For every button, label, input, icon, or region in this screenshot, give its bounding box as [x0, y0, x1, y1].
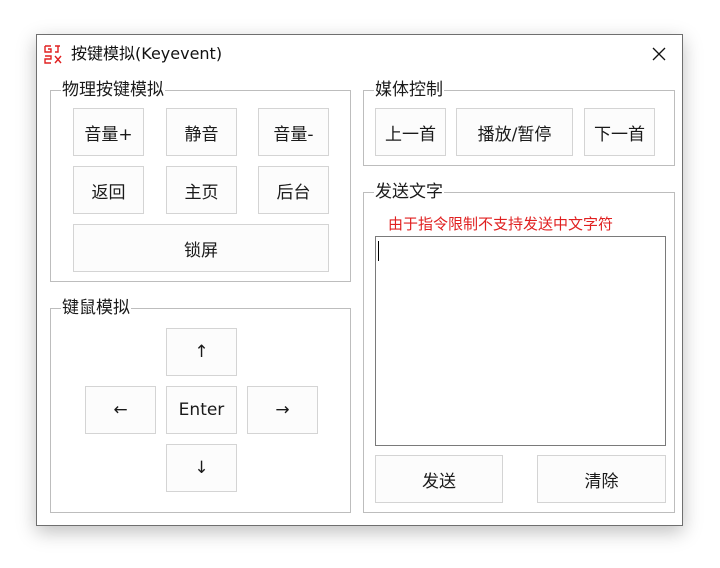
text-caret	[378, 241, 379, 261]
physical-keys-title: 物理按键模拟	[61, 80, 165, 100]
recents-button[interactable]: 后台	[258, 166, 329, 214]
send-button[interactable]: 发送	[375, 455, 503, 503]
chinese-warning-text: 由于指令限制不支持发送中文字符	[388, 215, 614, 233]
back-button[interactable]: 返回	[73, 166, 144, 214]
media-control-title: 媒体控制	[374, 80, 444, 100]
send-text-input[interactable]	[375, 236, 666, 446]
volume-down-button[interactable]: 音量-	[258, 108, 329, 156]
close-icon	[652, 47, 666, 61]
send-text-title: 发送文字	[374, 182, 444, 202]
clear-button[interactable]: 清除	[537, 455, 666, 503]
left-arrow-button[interactable]: ←	[85, 386, 156, 434]
down-arrow-button[interactable]: ↓	[166, 444, 237, 492]
title-bar: 按键模拟(Keyevent)	[37, 35, 682, 73]
keyevent-window: 按键模拟(Keyevent) 物理按键模拟 音量+ 静音 音量- 返回 主页 后…	[36, 34, 683, 526]
home-button[interactable]: 主页	[166, 166, 237, 214]
play-pause-button[interactable]: 播放/暂停	[456, 108, 573, 156]
close-button[interactable]	[636, 35, 682, 73]
keyboard-mouse-group: 键鼠模拟 ↑ ← Enter → ↓	[50, 298, 351, 513]
keyboard-mouse-title: 键鼠模拟	[61, 298, 131, 318]
physical-keys-group: 物理按键模拟 音量+ 静音 音量- 返回 主页 后台 锁屏	[50, 80, 351, 282]
send-text-group: 发送文字 由于指令限制不支持发送中文字符 发送 清除	[363, 182, 675, 513]
next-track-button[interactable]: 下一首	[584, 108, 655, 156]
text-input-wrapper	[375, 236, 666, 446]
up-arrow-button[interactable]: ↑	[166, 328, 237, 376]
media-control-group: 媒体控制 上一首 播放/暂停 下一首	[363, 80, 675, 166]
volume-up-button[interactable]: 音量+	[73, 108, 144, 156]
right-arrow-button[interactable]: →	[247, 386, 318, 434]
previous-track-button[interactable]: 上一首	[375, 108, 446, 156]
lock-screen-button[interactable]: 锁屏	[73, 224, 329, 272]
window-title: 按键模拟(Keyevent)	[71, 44, 223, 63]
gj-logo-icon	[44, 45, 62, 64]
mute-button[interactable]: 静音	[166, 108, 237, 156]
enter-button[interactable]: Enter	[166, 386, 237, 434]
